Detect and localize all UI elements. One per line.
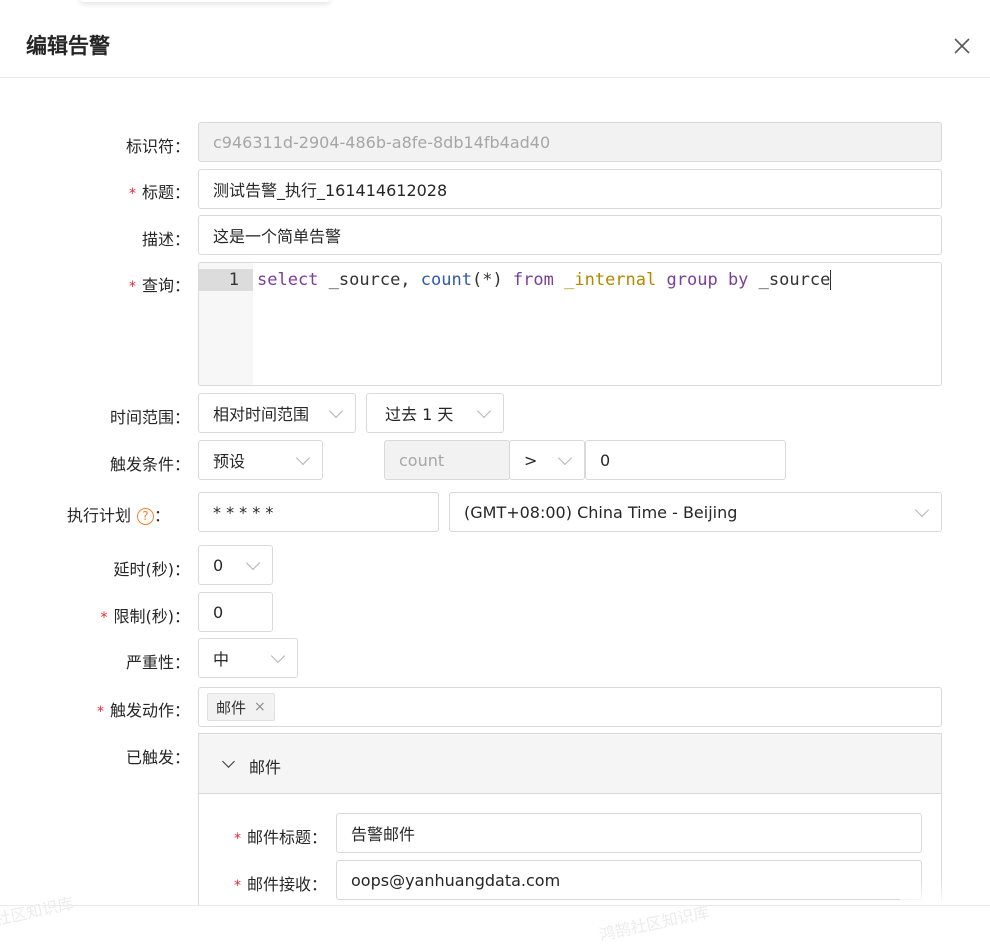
email-receiver-value: oops@yanhuangdata.com: [351, 870, 561, 890]
time-range-label: 时间范围：: [109, 408, 190, 427]
time-range-value: 过去 1 天: [385, 405, 454, 424]
title-value: 测试告警_执行_161414612028: [213, 181, 448, 200]
chevron-down-icon: [222, 755, 235, 768]
chevron-down-icon: [557, 450, 573, 466]
chevron-down-icon: [245, 555, 261, 571]
query-label: * 查询：: [128, 276, 190, 295]
time-range-mode-value: 相对时间范围: [213, 405, 310, 424]
severity-select[interactable]: 中: [198, 638, 298, 678]
severity-label: 严重性：: [125, 653, 190, 672]
email-receiver-input[interactable]: oops@yanhuangdata.com: [336, 860, 922, 900]
delay-select[interactable]: 0: [198, 545, 273, 585]
required-mark: *: [233, 831, 241, 847]
identifier-input: c946311d-2904-486b-a8fe-8db14fb4ad40: [198, 122, 942, 162]
close-icon[interactable]: [950, 34, 974, 58]
required-mark: *: [100, 610, 108, 626]
trigger-action-label: * 触发动作：: [96, 701, 190, 720]
description-value: 这是一个简单告警: [213, 227, 342, 246]
chevron-down-icon: [328, 403, 344, 419]
timezone-value: (GMT+08:00) China Time - Beijing: [464, 502, 738, 522]
collapse-header[interactable]: 邮件: [199, 734, 941, 794]
trigger-condition-label: 触发条件：: [109, 455, 190, 474]
limit-label: * 限制(秒)：: [100, 607, 191, 626]
severity-value: 中: [213, 650, 230, 669]
chevron-down-icon: [476, 403, 492, 419]
title-input[interactable]: 测试告警_执行_161414612028: [198, 169, 942, 209]
trigger-threshold-value: 0: [600, 450, 611, 470]
trigger-operator-select[interactable]: >: [509, 440, 585, 480]
limit-input[interactable]: 0: [198, 592, 273, 632]
text-cursor: [830, 270, 832, 290]
trigger-action-select[interactable]: [198, 687, 942, 727]
trigger-operator-value: >: [524, 450, 538, 470]
trigger-preset-select[interactable]: 预设: [198, 440, 323, 480]
trigger-field-value: count: [399, 450, 445, 470]
required-mark: *: [128, 279, 136, 295]
description-label: 描述：: [141, 230, 190, 249]
required-mark: *: [128, 186, 136, 202]
identifier-value: c946311d-2904-486b-a8fe-8db14fb4ad40: [213, 132, 551, 152]
chevron-down-icon: [270, 648, 286, 664]
chevron-down-icon: [295, 450, 311, 466]
query-editor[interactable]: 1 select _source, count(*) from _interna…: [198, 262, 942, 386]
email-subject-input[interactable]: 告警邮件: [336, 813, 922, 853]
delay-value: 0: [213, 555, 224, 575]
description-input[interactable]: 这是一个简单告警: [198, 215, 942, 255]
chevron-down-icon: [914, 502, 930, 518]
trigger-threshold-input[interactable]: 0: [585, 440, 786, 480]
limit-value: 0: [213, 602, 224, 622]
trigger-action-tag: 邮件 ×: [207, 693, 275, 721]
tag-close-icon[interactable]: ×: [254, 699, 266, 715]
triggered-label: 已触发：: [125, 748, 190, 767]
email-subject-label: * 邮件标题：: [233, 828, 327, 847]
collapse-title: 邮件: [249, 758, 282, 777]
email-receiver-label: * 邮件接收：: [233, 875, 327, 894]
line-number: 1: [199, 269, 253, 291]
required-mark: *: [233, 878, 241, 894]
tag-label: 邮件: [216, 698, 247, 717]
schedule-cron-input[interactable]: * * * * *: [198, 492, 439, 532]
scroll-fade: [900, 878, 990, 906]
query-code[interactable]: select _source, count(*) from _internal …: [257, 269, 832, 291]
timezone-select[interactable]: (GMT+08:00) China Time - Beijing: [449, 492, 942, 532]
title-label: * 标题：: [128, 183, 190, 202]
modal-title: 编辑告警: [26, 34, 110, 58]
email-subject-value: 告警邮件: [351, 825, 416, 844]
modal-footer: [0, 906, 990, 950]
schedule-cron-value: * * * * *: [213, 502, 274, 522]
time-range-value-select[interactable]: 过去 1 天: [366, 393, 504, 433]
schedule-label: 执行计划?：: [66, 506, 170, 525]
identifier-label: 标识符：: [125, 137, 190, 156]
time-range-mode-select[interactable]: 相对时间范围: [198, 393, 356, 433]
trigger-field-input: count: [384, 440, 510, 480]
modal-header: 编辑告警: [0, 0, 990, 78]
delay-label: 延时(秒)：: [113, 560, 191, 579]
help-icon[interactable]: ?: [136, 508, 154, 525]
required-mark: *: [96, 704, 104, 720]
trigger-preset-value: 预设: [213, 452, 246, 471]
